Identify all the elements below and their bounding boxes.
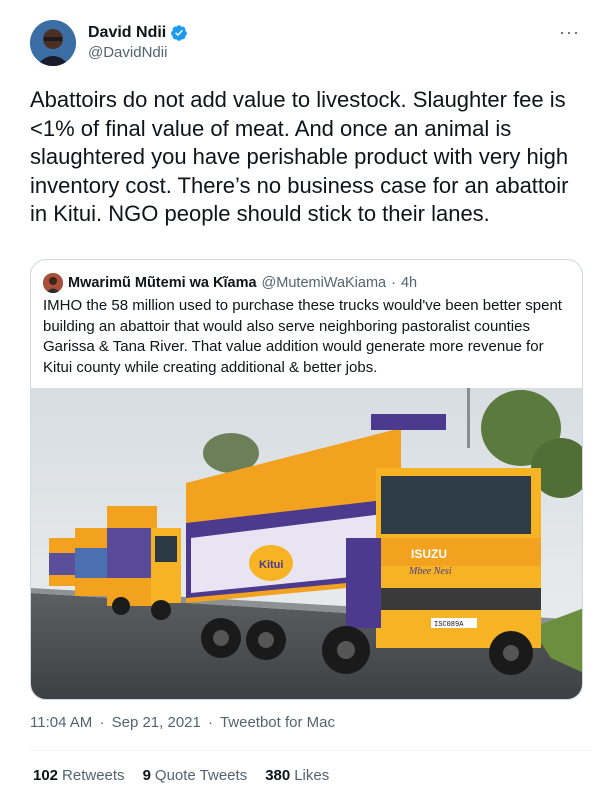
likes-label: Likes — [294, 767, 330, 784]
truck-brand-text: ISUZU — [411, 547, 447, 561]
divider — [30, 750, 590, 751]
quotes-count: 9 — [142, 767, 151, 784]
tweet-header: David Ndii @DavidNdii ··· — [30, 18, 590, 68]
author-avatar[interactable] — [30, 20, 76, 66]
meta-separator: · — [99, 714, 105, 731]
likes-stat[interactable]: 380 Likes — [265, 767, 329, 784]
author-display-name[interactable]: David Ndii — [88, 24, 166, 42]
quoted-tweet-text: IMHO the 58 million used to purchase the… — [43, 297, 562, 376]
author-handle[interactable]: @DavidNdii — [88, 44, 188, 61]
retweets-label: Retweets — [62, 767, 125, 784]
engagement-stats: 102 Retweets 9 Quote Tweets 380 Likes — [33, 767, 329, 784]
truck-script-text: Mbee Nesi — [408, 566, 452, 577]
retweets-count: 102 — [33, 767, 59, 784]
likes-count: 380 — [265, 767, 291, 784]
quoted-time[interactable]: 4h — [401, 275, 417, 291]
quoted-author-display-name[interactable]: Mwarimũ Mũtemi wa Kĩama — [68, 275, 257, 291]
quote-tweets-stat[interactable]: 9 Quote Tweets — [143, 767, 248, 784]
truck-side-logo-text: Kitui — [259, 559, 283, 571]
meta-separator: · — [208, 714, 214, 731]
quotes-label: Quote Tweets — [154, 767, 248, 784]
trucks-photo[interactable]: Kitui ISUZU Mbee Nesi ISC089A — [31, 388, 582, 699]
tweet-text: Abattoirs do not add value to livestock.… — [30, 87, 569, 226]
quoted-tweet-card[interactable]: Mwarimũ Mũtemi wa Kĩama @MutemiWaKiama ·… — [30, 259, 583, 700]
tweet-date[interactable]: Sep 21, 2021 — [112, 714, 201, 731]
tweet-source[interactable]: Tweetbot for Mac — [220, 714, 335, 731]
author-names: David Ndii @DavidNdii — [88, 24, 188, 61]
more-options-icon[interactable]: ··· — [559, 22, 580, 43]
tweet-time[interactable]: 11:04 AM — [30, 714, 92, 731]
retweets-stat[interactable]: 102 Retweets — [33, 767, 125, 784]
quoted-tweet-header: Mwarimũ Mũtemi wa Kĩama @MutemiWaKiama ·… — [43, 273, 417, 293]
quoted-author-handle[interactable]: @MutemiWaKiama — [262, 275, 387, 291]
verified-badge-icon — [170, 24, 188, 42]
quoted-separator: · — [391, 275, 396, 291]
quoted-author-avatar[interactable] — [43, 273, 63, 293]
truck-plate-text: ISC089A — [434, 621, 464, 629]
tweet-metadata: 11:04 AM · Sep 21, 2021 · Tweetbot for M… — [30, 714, 335, 731]
